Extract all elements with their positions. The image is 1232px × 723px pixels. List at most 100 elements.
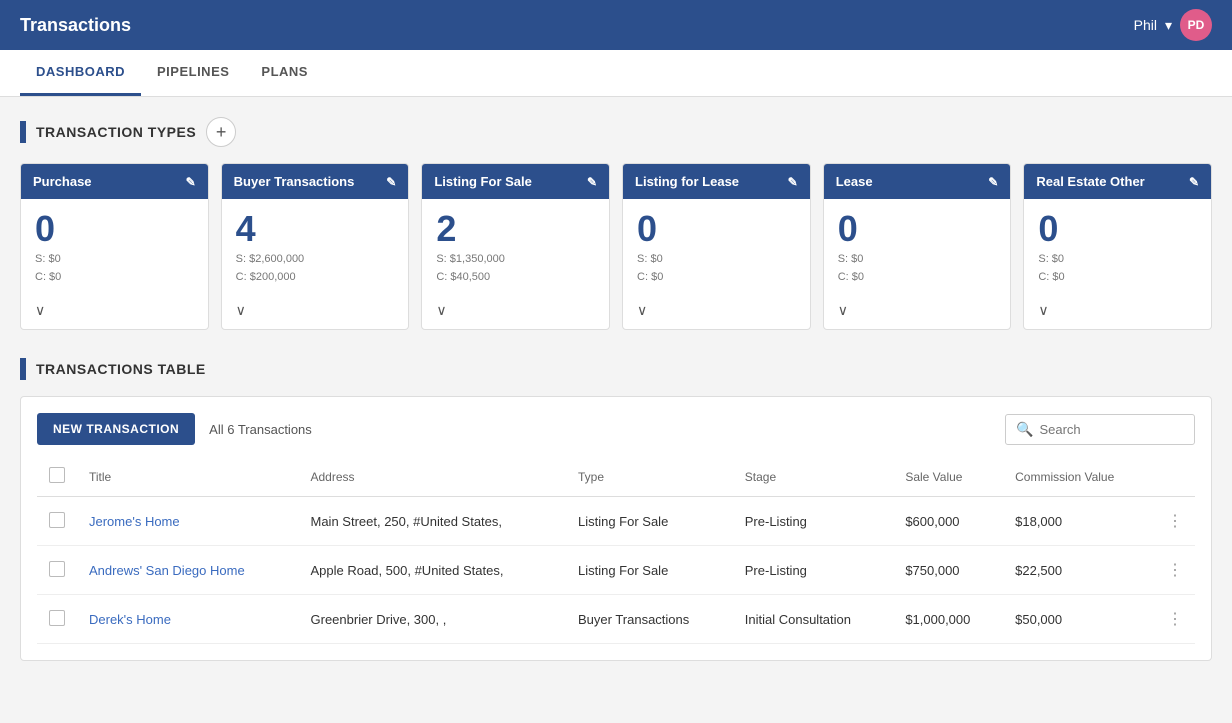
card-real-estate-header: Real Estate Other ✎ xyxy=(1024,164,1211,199)
row-1-checkbox[interactable] xyxy=(49,561,65,577)
card-lease: Lease ✎ 0 S: $0 C: $0 ∨ xyxy=(823,163,1012,330)
new-transaction-button[interactable]: NEW TRANSACTION xyxy=(37,413,195,445)
card-listing-sale-stats: S: $1,350,000 C: $40,500 xyxy=(436,251,595,286)
card-listing-sale-title: Listing For Sale xyxy=(434,174,532,189)
row-0-more-menu[interactable]: ⋮ xyxy=(1155,497,1195,546)
row-1-title-link[interactable]: Andrews' San Diego Home xyxy=(89,563,245,578)
card-purchase-edit-icon[interactable]: ✎ xyxy=(186,175,196,189)
row-1-more-menu[interactable]: ⋮ xyxy=(1155,546,1195,595)
app-header: Transactions Phil ▾ PD xyxy=(0,0,1232,50)
card-lease-edit-icon[interactable]: ✎ xyxy=(988,175,998,189)
row-0-sale-value: $600,000 xyxy=(893,497,1003,546)
card-purchase-body: 0 S: $0 C: $0 xyxy=(21,199,208,298)
card-buyer-title: Buyer Transactions xyxy=(234,174,355,189)
card-lease-count: 0 xyxy=(838,211,997,247)
card-listing-lease-chevron-icon[interactable]: ∨ xyxy=(623,298,810,329)
card-purchase-commission: C: $0 xyxy=(35,269,194,287)
card-real-estate-title: Real Estate Other xyxy=(1036,174,1144,189)
th-stage: Stage xyxy=(733,457,894,497)
table-toolbar: NEW TRANSACTION All 6 Transactions 🔍 xyxy=(37,413,1195,445)
row-2-checkbox-cell xyxy=(37,595,77,644)
card-lease-title: Lease xyxy=(836,174,873,189)
section-bar-icon xyxy=(20,121,26,143)
user-menu[interactable]: Phil ▾ PD xyxy=(1134,9,1212,41)
table-row: Derek's Home Greenbrier Drive, 300, , Bu… xyxy=(37,595,1195,644)
table-row: Jerome's Home Main Street, 250, #United … xyxy=(37,497,1195,546)
row-1-stage: Pre-Listing xyxy=(733,546,894,595)
row-2-address: Greenbrier Drive, 300, , xyxy=(299,595,566,644)
card-listing-lease-edit-icon[interactable]: ✎ xyxy=(788,175,798,189)
toolbar-left: NEW TRANSACTION All 6 Transactions xyxy=(37,413,312,445)
row-1-address: Apple Road, 500, #United States, xyxy=(299,546,566,595)
username-label: Phil xyxy=(1134,17,1157,33)
tab-plans[interactable]: PLANS xyxy=(245,50,324,96)
card-real-estate-body: 0 S: $0 C: $0 xyxy=(1024,199,1211,298)
row-1-title: Andrews' San Diego Home xyxy=(77,546,299,595)
avatar: PD xyxy=(1180,9,1212,41)
row-1-commission: $22,500 xyxy=(1003,546,1155,595)
card-buyer-count: 4 xyxy=(236,211,395,247)
card-listing-sale-count: 2 xyxy=(436,211,595,247)
transaction-types-title: TRANSACTION TYPES xyxy=(36,124,196,140)
transaction-type-cards: Purchase ✎ 0 S: $0 C: $0 ∨ Buyer Transac… xyxy=(20,163,1212,330)
table-section-bar-icon xyxy=(20,358,26,380)
row-2-title-link[interactable]: Derek's Home xyxy=(89,612,171,627)
card-listing-sale-chevron-icon[interactable]: ∨ xyxy=(422,298,609,329)
add-transaction-type-button[interactable]: + xyxy=(206,117,236,147)
card-lease-chevron-icon[interactable]: ∨ xyxy=(824,298,1011,329)
card-real-estate-stats: S: $0 C: $0 xyxy=(1038,251,1197,286)
tab-dashboard[interactable]: DASHBOARD xyxy=(20,50,141,96)
table-row: Andrews' San Diego Home Apple Road, 500,… xyxy=(37,546,1195,595)
th-type: Type xyxy=(566,457,733,497)
card-lease-header: Lease ✎ xyxy=(824,164,1011,199)
transactions-table: Title Address Type Stage Sale Value Comm… xyxy=(37,457,1195,644)
card-listing-sale-header: Listing For Sale ✎ xyxy=(422,164,609,199)
card-listing-lease-title: Listing for Lease xyxy=(635,174,739,189)
card-lease-stats: S: $0 C: $0 xyxy=(838,251,997,286)
card-buyer-edit-icon[interactable]: ✎ xyxy=(386,175,396,189)
card-real-estate-count: 0 xyxy=(1038,211,1197,247)
card-lease-sale: S: $0 xyxy=(838,251,997,269)
card-real-estate-other: Real Estate Other ✎ 0 S: $0 C: $0 ∨ xyxy=(1023,163,1212,330)
card-purchase-count: 0 xyxy=(35,211,194,247)
card-listing-for-sale: Listing For Sale ✎ 2 S: $1,350,000 C: $4… xyxy=(421,163,610,330)
card-buyer-body: 4 S: $2,600,000 C: $200,000 xyxy=(222,199,409,298)
card-purchase: Purchase ✎ 0 S: $0 C: $0 ∨ xyxy=(20,163,209,330)
row-1-checkbox-cell xyxy=(37,546,77,595)
th-actions xyxy=(1155,457,1195,497)
th-commission-value: Commission Value xyxy=(1003,457,1155,497)
row-0-title: Jerome's Home xyxy=(77,497,299,546)
row-0-title-link[interactable]: Jerome's Home xyxy=(89,514,180,529)
th-title: Title xyxy=(77,457,299,497)
th-sale-value: Sale Value xyxy=(893,457,1003,497)
tab-bar: DASHBOARD PIPELINES PLANS xyxy=(0,50,1232,97)
row-0-checkbox[interactable] xyxy=(49,512,65,528)
transactions-table-section: NEW TRANSACTION All 6 Transactions 🔍 Tit… xyxy=(20,396,1212,661)
th-address: Address xyxy=(299,457,566,497)
card-listing-lease-stats: S: $0 C: $0 xyxy=(637,251,796,286)
card-real-estate-edit-icon[interactable]: ✎ xyxy=(1189,175,1199,189)
card-lease-body: 0 S: $0 C: $0 xyxy=(824,199,1011,298)
card-buyer-sale: S: $2,600,000 xyxy=(236,251,395,269)
transaction-types-header: TRANSACTION TYPES + xyxy=(20,117,1212,147)
card-purchase-chevron-icon[interactable]: ∨ xyxy=(21,298,208,329)
card-buyer-transactions: Buyer Transactions ✎ 4 S: $2,600,000 C: … xyxy=(221,163,410,330)
row-0-stage: Pre-Listing xyxy=(733,497,894,546)
row-2-more-menu[interactable]: ⋮ xyxy=(1155,595,1195,644)
search-box[interactable]: 🔍 xyxy=(1005,414,1195,445)
row-0-checkbox-cell xyxy=(37,497,77,546)
search-input[interactable] xyxy=(1039,422,1184,437)
card-real-estate-chevron-icon[interactable]: ∨ xyxy=(1024,298,1211,329)
card-buyer-chevron-icon[interactable]: ∨ xyxy=(222,298,409,329)
card-purchase-header: Purchase ✎ xyxy=(21,164,208,199)
row-2-checkbox[interactable] xyxy=(49,610,65,626)
tab-pipelines[interactable]: PIPELINES xyxy=(141,50,245,96)
card-listing-lease-header: Listing for Lease ✎ xyxy=(623,164,810,199)
card-listing-for-lease: Listing for Lease ✎ 0 S: $0 C: $0 ∨ xyxy=(622,163,811,330)
select-all-checkbox[interactable] xyxy=(49,467,65,483)
card-listing-sale-edit-icon[interactable]: ✎ xyxy=(587,175,597,189)
row-1-sale-value: $750,000 xyxy=(893,546,1003,595)
search-icon: 🔍 xyxy=(1016,421,1033,438)
main-content: TRANSACTION TYPES + Purchase ✎ 0 S: $0 C… xyxy=(0,97,1232,681)
row-2-title: Derek's Home xyxy=(77,595,299,644)
